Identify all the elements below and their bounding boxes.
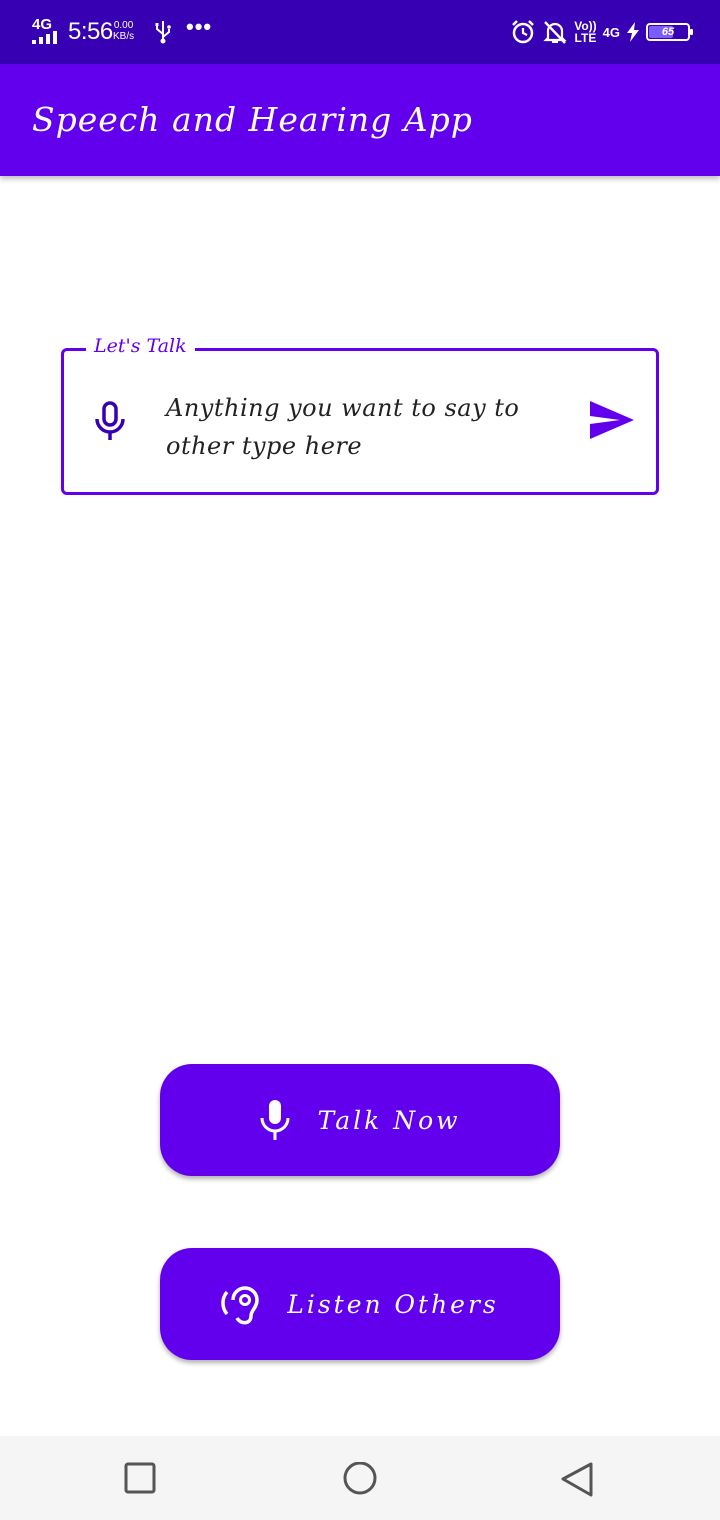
mic-icon[interactable] bbox=[92, 399, 128, 443]
battery-level: 65 bbox=[661, 26, 675, 38]
input-placeholder[interactable]: Anything you want to say to other type h… bbox=[166, 389, 556, 465]
network-speed: 0.00 KB/s bbox=[113, 20, 135, 42]
navigation-bar bbox=[0, 1436, 720, 1520]
app-title: Speech and Hearing App bbox=[32, 100, 473, 139]
listen-others-label: Listen Others bbox=[287, 1289, 499, 1319]
hearing-icon bbox=[221, 1286, 259, 1325]
status-icons: Vo)) LTE 4G 65 bbox=[510, 16, 693, 48]
status-bar: 4G 5:56 0.00 KB/s ••• Vo)) LTE 4G 65 bbox=[0, 0, 720, 64]
recents-icon[interactable] bbox=[124, 1462, 156, 1494]
network-type: 4G bbox=[32, 16, 53, 33]
input-label: Let's Talk bbox=[86, 335, 195, 357]
clock: 5:56 bbox=[68, 18, 113, 45]
send-icon[interactable] bbox=[590, 401, 634, 439]
signal-icon bbox=[32, 31, 60, 44]
talk-now-label: Talk Now bbox=[317, 1105, 461, 1135]
mic-icon bbox=[260, 1100, 290, 1140]
alarm-icon bbox=[512, 20, 535, 44]
listen-others-button[interactable]: Listen Others bbox=[160, 1248, 560, 1360]
notifications-off-icon bbox=[543, 21, 567, 44]
network-type-right: 4G bbox=[602, 24, 620, 40]
talk-now-button[interactable]: Talk Now bbox=[160, 1064, 560, 1176]
usb-icon bbox=[155, 21, 171, 44]
more-notifications-icon: ••• bbox=[186, 14, 213, 39]
battery-icon: 65 bbox=[646, 23, 693, 41]
app-bar: Speech and Hearing App bbox=[0, 64, 720, 176]
volte-indicator: Vo)) LTE bbox=[574, 19, 597, 45]
message-input[interactable]: Let's Talk Anything you want to say to o… bbox=[61, 335, 659, 495]
charging-icon bbox=[627, 22, 639, 42]
back-icon[interactable] bbox=[560, 1462, 594, 1498]
home-icon[interactable] bbox=[342, 1462, 378, 1498]
